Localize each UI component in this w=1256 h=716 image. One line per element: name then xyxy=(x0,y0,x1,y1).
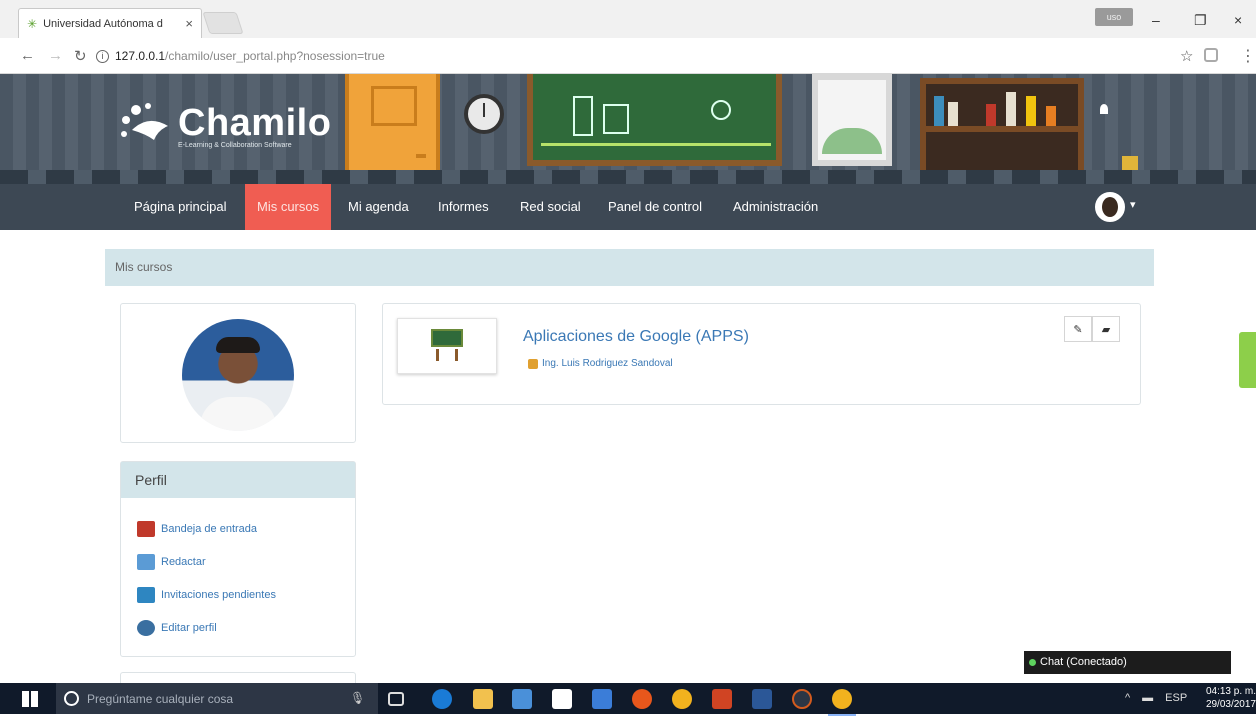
bookshelf-illustration xyxy=(920,78,1084,184)
url-path: /chamilo/user_portal.php?nosession=true xyxy=(165,49,385,63)
windows-taskbar: Pregúntame cualquier cosa 🎙 ^ ▬ ESP 04:1… xyxy=(0,683,1256,716)
browser-menu-icon[interactable]: ⋮ xyxy=(1240,46,1256,66)
perfil-link-label: Bandeja de entrada xyxy=(161,522,258,535)
chat-bar[interactable]: Chat (Conectado) xyxy=(1024,651,1231,674)
back-icon[interactable]: ← xyxy=(20,47,35,64)
perfil-link-editar[interactable]: Editar perfil xyxy=(137,611,355,644)
firefox-icon[interactable] xyxy=(632,689,652,709)
nav-item-panel-de-control[interactable]: Panel de control xyxy=(596,184,714,230)
taskbar-clock[interactable]: 04:13 p. m. 29/03/2017 xyxy=(1200,685,1256,711)
lamp-illustration xyxy=(1100,104,1108,114)
clock-date: 29/03/2017 xyxy=(1205,699,1256,710)
course-card: Aplicaciones de Google (APPS) Ing. Luis … xyxy=(382,303,1141,405)
course-teacher[interactable]: Ing. Luis Rodriguez Sandoval xyxy=(528,358,673,369)
main-navigation: Página principal Mis cursos Mi agenda In… xyxy=(0,184,1256,230)
door-illustration xyxy=(345,74,440,184)
task-view-icon[interactable] xyxy=(388,692,404,706)
app-icon[interactable] xyxy=(792,689,812,709)
this-pc-icon[interactable] xyxy=(512,689,532,709)
course-teacher-name: Ing. Luis Rodriguez Sandoval xyxy=(542,358,673,369)
invitations-icon xyxy=(137,586,155,603)
url-host: 127.0.0.1 xyxy=(115,49,166,63)
chamilo-logo[interactable]: Chamilo E-Learning & Collaboration Softw… xyxy=(118,100,332,149)
reload-icon[interactable]: ↻ xyxy=(74,47,87,65)
profile-photo-card xyxy=(120,303,356,443)
perfil-link-redactar[interactable]: Redactar xyxy=(137,545,355,578)
edit-profile-icon xyxy=(137,619,155,636)
powerpoint-icon[interactable] xyxy=(712,689,732,709)
extension-icon[interactable] xyxy=(1204,48,1218,62)
favicon-icon: ✳ xyxy=(27,16,38,31)
perfil-link-label: Editar perfil xyxy=(161,621,217,634)
landscape-picture-illustration xyxy=(812,74,892,166)
nav-item-administracion[interactable]: Administración xyxy=(721,184,830,230)
teacher-icon xyxy=(528,358,538,369)
maximize-button[interactable]: ❐ xyxy=(1194,12,1207,29)
perfil-panel: Perfil Bandeja de entrada Redactar Invit… xyxy=(120,461,356,657)
chat-status-icon xyxy=(1029,659,1036,666)
windows-start-icon[interactable] xyxy=(22,691,38,707)
profile-photo[interactable] xyxy=(182,319,294,431)
clock-illustration xyxy=(464,94,504,134)
nav-item-pagina-principal[interactable]: Página principal xyxy=(122,184,239,230)
nav-item-red-social[interactable]: Red social xyxy=(508,184,593,230)
clock-time: 04:13 p. m. xyxy=(1205,686,1256,697)
chamilo-chameleon-icon xyxy=(118,100,172,146)
taskbar-search[interactable]: Pregúntame cualquier cosa xyxy=(56,683,378,714)
nav-item-informes[interactable]: Informes xyxy=(426,184,501,230)
app-icon[interactable] xyxy=(592,689,612,709)
chrome-active-icon[interactable] xyxy=(828,689,856,716)
close-window-button[interactable]: × xyxy=(1234,12,1242,28)
info-icon[interactable]: i xyxy=(96,49,109,63)
tab-close-button[interactable]: × xyxy=(185,16,193,31)
taskbar-search-placeholder: Pregúntame cualquier cosa xyxy=(87,691,234,706)
microphone-icon[interactable]: 🎙 xyxy=(350,691,365,705)
new-tab-button[interactable] xyxy=(202,12,244,34)
course-actions: ✎ ▰ xyxy=(1064,316,1120,342)
nav-item-mis-cursos[interactable]: Mis cursos xyxy=(245,184,332,230)
nav-item-mi-agenda[interactable]: Mi agenda xyxy=(336,184,421,230)
perfil-link-bandeja[interactable]: Bandeja de entrada xyxy=(137,512,355,545)
perfil-link-invitaciones[interactable]: Invitaciones pendientes xyxy=(137,578,355,611)
network-icon[interactable]: ▬ xyxy=(1142,692,1153,704)
system-tray: ^ ▬ ESP xyxy=(1125,692,1187,704)
compose-icon xyxy=(137,553,155,570)
browser-profile-chip[interactable]: uso xyxy=(1095,8,1133,26)
forward-icon[interactable]: → xyxy=(48,47,63,64)
chrome-icon[interactable] xyxy=(672,689,692,709)
address-bar: ← → ↻ i 127.0.0.1/chamilo/user_portal.ph… xyxy=(0,38,1256,74)
breadcrumb: Mis cursos xyxy=(105,249,1154,286)
course-title-link[interactable]: Aplicaciones de Google (APPS) xyxy=(523,328,749,346)
logo-text: Chamilo xyxy=(178,102,332,144)
file-explorer-icon[interactable] xyxy=(473,689,493,709)
edge-icon[interactable] xyxy=(432,689,452,709)
logo-subtitle: E-Learning & Collaboration Software xyxy=(178,142,292,149)
perfil-link-label: Redactar xyxy=(161,555,206,568)
chat-label: Chat (Conectado) xyxy=(1040,656,1127,668)
cortana-icon xyxy=(64,691,79,706)
user-avatar[interactable] xyxy=(1095,192,1125,222)
perfil-link-label: Invitaciones pendientes xyxy=(161,588,276,601)
chalkboard-icon xyxy=(431,329,463,347)
course-thumbnail[interactable] xyxy=(397,318,497,374)
edit-course-button[interactable]: ✎ xyxy=(1064,316,1092,342)
browser-tab[interactable]: ✳ Universidad Autónoma d × xyxy=(18,8,202,38)
header-banner: Chamilo E-Learning & Collaboration Softw… xyxy=(0,74,1256,184)
perfil-panel-title: Perfil xyxy=(121,462,355,498)
user-menu-caret-icon[interactable]: ▾ xyxy=(1130,198,1136,211)
browser-titlebar: ✳ Universidad Autónoma d × uso – ❐ × xyxy=(0,0,1256,38)
url-field[interactable]: i 127.0.0.1/chamilo/user_portal.php?nose… xyxy=(96,45,1166,67)
side-panel-handle[interactable] xyxy=(1239,332,1256,388)
course-documents-button[interactable]: ▰ xyxy=(1092,316,1120,342)
tray-chevron-icon[interactable]: ^ xyxy=(1125,692,1130,704)
word-icon[interactable] xyxy=(752,689,772,709)
minimize-button[interactable]: – xyxy=(1152,12,1160,28)
chalkboard-illustration xyxy=(527,74,782,166)
tab-title: Universidad Autónoma d xyxy=(43,17,163,30)
store-icon[interactable] xyxy=(552,689,572,709)
language-indicator[interactable]: ESP xyxy=(1165,692,1187,704)
bookmark-star-icon[interactable]: ☆ xyxy=(1180,47,1193,65)
inbox-icon xyxy=(137,520,155,537)
